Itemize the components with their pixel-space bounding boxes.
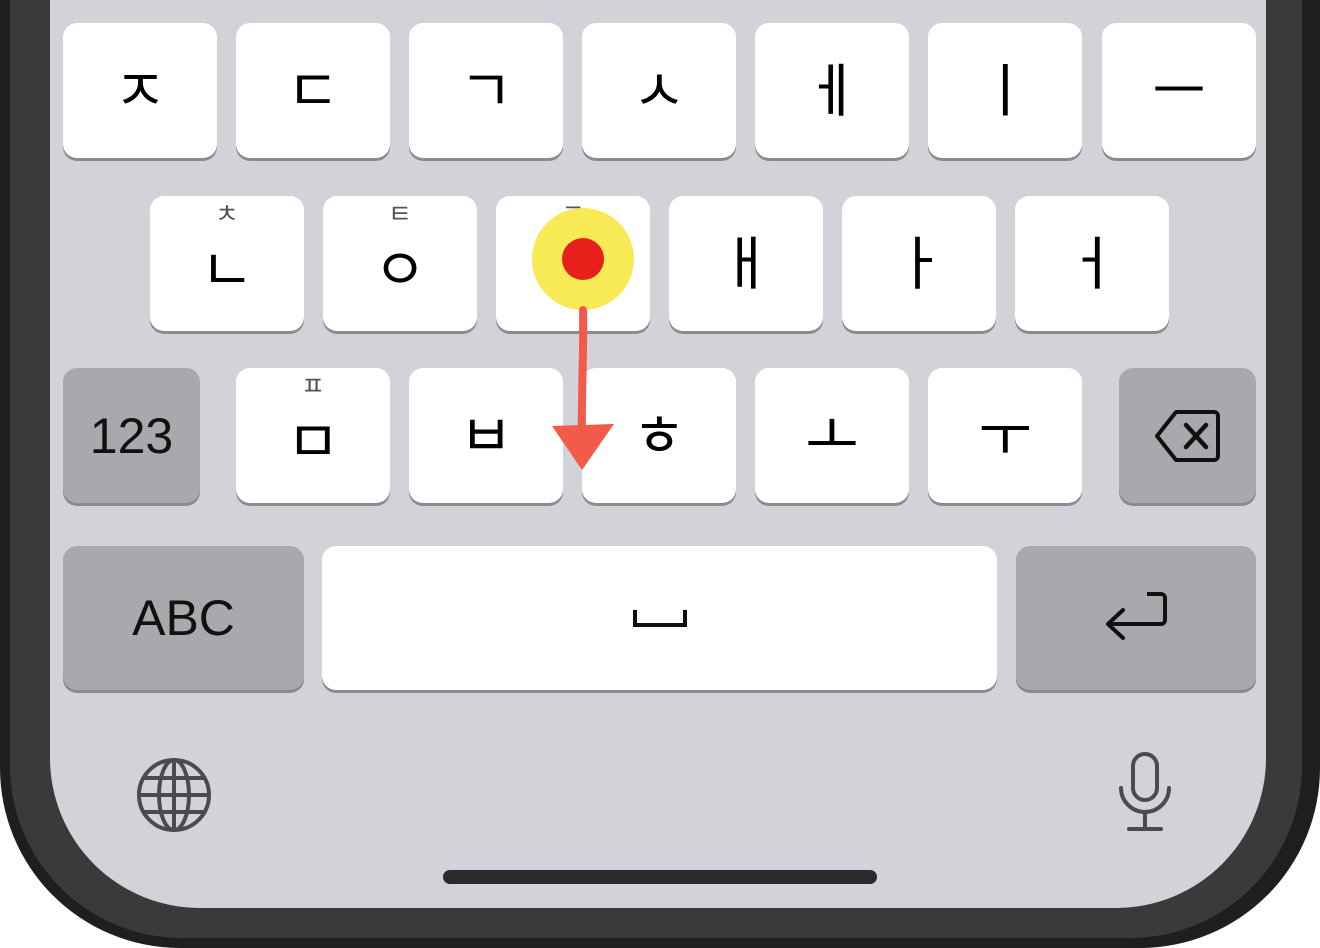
key-eu[interactable]: ㅡ	[1102, 23, 1256, 158]
key-o[interactable]: ㅗ	[755, 368, 909, 503]
key-label: ㅓ	[1065, 229, 1119, 298]
key-rieul[interactable]: ㅋㄹ	[496, 196, 650, 331]
key-label: ㅐ	[719, 229, 773, 298]
home-indicator[interactable]	[443, 870, 877, 884]
backspace-icon	[1154, 409, 1220, 462]
key-label: ㄱ	[459, 56, 513, 125]
key-label: ㄴ	[200, 235, 254, 304]
return-icon	[1106, 592, 1167, 640]
key-label: ㅅ	[632, 56, 686, 125]
space-icon	[632, 610, 687, 627]
key-label: ㅏ	[892, 229, 946, 298]
key-bieup[interactable]: ㅂ	[409, 368, 563, 503]
key-nieun[interactable]: ㅊㄴ	[150, 196, 304, 331]
key-label: ㅣ	[978, 56, 1032, 125]
abc-key[interactable]: ABC	[63, 546, 304, 690]
key-giyeok[interactable]: ㄱ	[409, 23, 563, 158]
key-label: ㅁ	[286, 407, 340, 476]
key-shift-label: ㅍ	[301, 372, 325, 402]
key-a[interactable]: ㅏ	[842, 196, 996, 331]
key-label: ㅂ	[459, 401, 513, 470]
key-label: ㅗ	[805, 401, 859, 470]
key-label: ㅇ	[373, 235, 427, 304]
key-ieung[interactable]: ㅌㅇ	[323, 196, 477, 331]
globe-button[interactable]	[134, 755, 214, 835]
numbers-key[interactable]: 123	[63, 368, 200, 503]
key-label: ㄷ	[286, 56, 340, 125]
key-ae[interactable]: ㅐ	[669, 196, 823, 331]
key-e[interactable]: ㅔ	[755, 23, 909, 158]
key-hieut[interactable]: ㅎ	[582, 368, 736, 503]
backspace-key[interactable]	[1119, 368, 1256, 503]
key-i[interactable]: ㅣ	[928, 23, 1082, 158]
key-label: ㅡ	[1152, 56, 1206, 125]
key-label: ㅎ	[632, 401, 686, 470]
key-shift-label: ㅌ	[388, 200, 412, 230]
key-eo[interactable]: ㅓ	[1015, 196, 1169, 331]
dictation-button[interactable]	[1114, 750, 1176, 834]
key-label: ㅔ	[805, 56, 859, 125]
key-digeut[interactable]: ㄷ	[236, 23, 390, 158]
abc-label: ABC	[132, 590, 235, 646]
key-u[interactable]: ㅜ	[928, 368, 1082, 503]
space-bar[interactable]	[322, 546, 997, 690]
key-label: ㄹ	[546, 235, 600, 304]
key-jieut[interactable]: ㅈ	[63, 23, 217, 158]
microphone-icon	[1119, 752, 1171, 831]
return-key[interactable]	[1016, 546, 1256, 690]
key-shift-label: ㅋ	[561, 200, 585, 230]
numbers-label: 123	[89, 407, 174, 464]
key-label: ㅈ	[113, 56, 167, 125]
key-label: ㅜ	[978, 401, 1032, 470]
globe-icon	[137, 758, 211, 832]
key-siot[interactable]: ㅅ	[582, 23, 736, 158]
key-shift-label: ㅊ	[215, 200, 239, 230]
key-mieum[interactable]: ㅍㅁ	[236, 368, 390, 503]
